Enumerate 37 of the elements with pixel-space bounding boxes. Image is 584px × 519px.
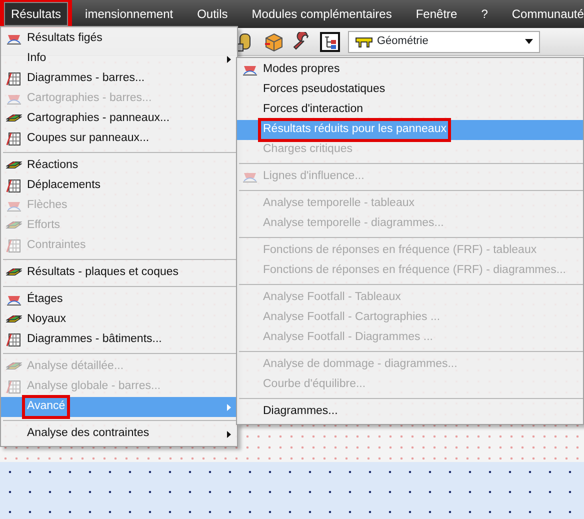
menu-item[interactable]: Résultats - plaques et coques: [1, 263, 237, 283]
submenu-arrow-icon: [227, 404, 231, 410]
menu-item[interactable]: Modes propres: [237, 60, 583, 80]
caret-icon: [525, 39, 533, 44]
grid-icon: [6, 131, 22, 147]
menu-item[interactable]: Noyaux: [1, 310, 237, 330]
grid-icon: [6, 178, 22, 194]
tree-list-icon[interactable]: [320, 32, 340, 52]
menu-item[interactable]: Diagrammes - bâtiments...: [1, 330, 237, 350]
grid-icon: [6, 332, 22, 348]
menu-bar-item[interactable]: Modules complémentaires: [240, 0, 403, 28]
menu-item[interactable]: Diagrammes...: [237, 402, 583, 422]
grid-icon: [6, 71, 22, 87]
menu-item[interactable]: Coupes sur panneaux...: [1, 129, 237, 149]
cube-icon[interactable]: [264, 32, 284, 52]
menu-item[interactable]: Analyse des contraintes: [1, 424, 237, 444]
submenu-arrow-icon: [227, 56, 231, 62]
menu-item[interactable]: Cartographies - panneaux...: [1, 109, 237, 129]
grid-icon: [6, 379, 22, 395]
menu-item[interactable]: Info: [1, 49, 237, 69]
menu-item[interactable]: Diagrammes - barres...: [1, 69, 237, 89]
submenu-arrow-icon: [227, 430, 231, 438]
menu-item[interactable]: Déplacements: [1, 176, 237, 196]
menu-item[interactable]: Résultats figés: [1, 29, 237, 49]
menu-item[interactable]: Forces d'interaction: [237, 100, 583, 120]
menu-bar-item[interactable]: Communauté: [500, 0, 584, 28]
menu-bar-item[interactable]: Résultats: [0, 0, 72, 28]
menu-bar-item[interactable]: ?: [470, 0, 499, 28]
menu-bar-item[interactable]: Fenêtre: [404, 0, 468, 28]
menu-bar-item[interactable]: Outils: [186, 0, 239, 28]
view-dropdown[interactable]: Géométrie: [348, 30, 540, 52]
table-shape-icon: [355, 36, 373, 48]
menu-item[interactable]: Étages: [1, 290, 237, 310]
grid-icon: [6, 238, 22, 254]
menu-bar-item[interactable]: imensionnement: [74, 0, 184, 28]
menu-item[interactable]: Réactions: [1, 156, 237, 176]
menu-item[interactable]: Forces pseudostatiques: [237, 80, 583, 100]
